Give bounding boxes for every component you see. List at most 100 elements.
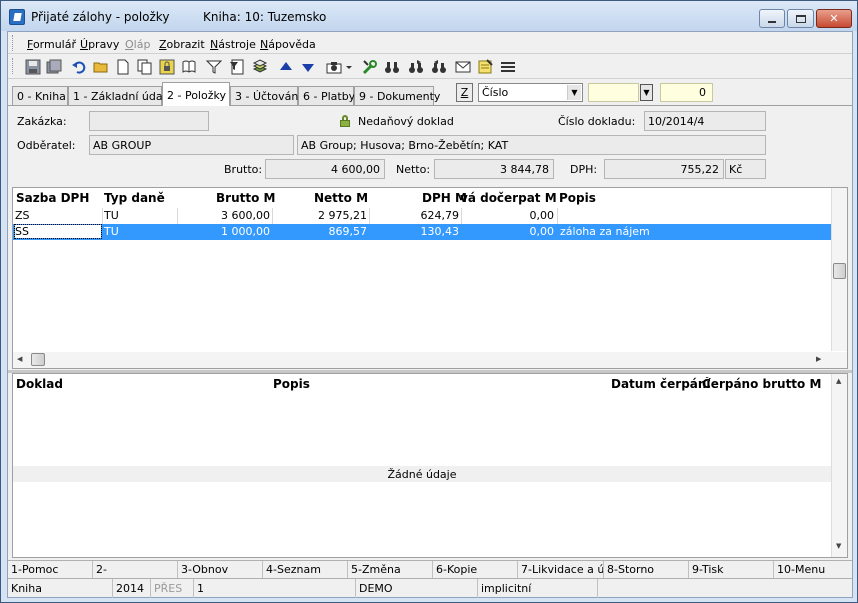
scroll-right-icon[interactable]: ▶ — [816, 355, 821, 363]
tab-dokumenty[interactable]: 9 - Dokumenty — [354, 86, 440, 106]
fkey-10[interactable]: 10-Menu — [774, 561, 852, 578]
zakazka-field[interactable] — [89, 111, 209, 131]
odberatel-label: Odběratel: — [17, 139, 76, 152]
menu-olap[interactable]: Oláp — [125, 38, 150, 51]
dropdown-icon[interactable] — [345, 59, 353, 75]
fkey-2[interactable]: 2- — [93, 561, 178, 578]
scroll-down-icon[interactable]: ▼ — [836, 542, 841, 550]
binoculars-icon[interactable] — [384, 59, 400, 75]
menu-formular[interactable]: Formulář — [27, 38, 76, 51]
tools-icon[interactable] — [362, 59, 378, 75]
status-bar: Kniha 2014 PŘES 1 DEMO implicitní — [8, 578, 852, 598]
save-all-icon[interactable] — [46, 59, 62, 75]
fkey-4[interactable]: 4-Seznam — [263, 561, 348, 578]
filter-edit-icon[interactable] — [229, 59, 245, 75]
status-number: 1 — [194, 579, 356, 598]
save-icon[interactable] — [25, 59, 41, 75]
items-grid-header: Sazba DPH Typ daně Brutto M Netto M DPH … — [13, 188, 831, 208]
fkey-5[interactable]: 5-Změna — [348, 561, 433, 578]
dph-label: DPH: — [570, 163, 598, 176]
mail-icon[interactable] — [455, 59, 471, 75]
close-icon: ✕ — [829, 12, 839, 25]
currency-field: Kč — [725, 159, 766, 179]
copy-icon[interactable] — [137, 59, 153, 75]
title-bar[interactable]: Přijaté zálohy - položky Kniha: 10: Tuze… — [1, 1, 857, 31]
camera-icon[interactable] — [326, 59, 342, 75]
fkey-7[interactable]: 7-Likvidace a účt — [518, 561, 604, 578]
minimize-button[interactable] — [759, 9, 785, 28]
arrow-up-icon[interactable] — [278, 59, 294, 75]
binoculars-prev-icon[interactable] — [431, 59, 447, 75]
cislo-dokladu-field[interactable]: 10/2014/4 — [644, 111, 766, 131]
maximize-button[interactable] — [787, 9, 814, 28]
col-typ-dane[interactable]: Typ daně — [104, 191, 165, 205]
table-row-selected[interactable]: SS TU 1 000,00 869,57 130,43 0,00 záloha… — [13, 224, 831, 240]
cell-zbyva: 0,00 — [529, 225, 555, 238]
col-popis[interactable]: Popis — [273, 377, 310, 391]
col-netto[interactable]: Netto M — [314, 191, 368, 205]
filter-icon[interactable] — [205, 59, 223, 75]
items-horizontal-scrollbar[interactable]: ◀ ▶ — [13, 352, 847, 368]
zakazka-label: Zakázka: — [17, 115, 67, 128]
cell-zbyva: 0,00 — [529, 209, 555, 222]
window-title: Přijaté zálohy - položky — [31, 10, 170, 24]
col-zbyva-docerpat[interactable]: vá dočerpat M — [460, 191, 557, 205]
undo-icon[interactable] — [71, 59, 87, 75]
col-datum-cerpani[interactable]: Datum čerpání — [611, 377, 711, 391]
menu-nastroje[interactable]: Nástroje — [210, 38, 256, 51]
tab-zakladni-udaje[interactable]: 1 - Základní údaje — [68, 86, 172, 106]
binoculars-next-icon[interactable] — [408, 59, 424, 75]
col-doklad[interactable]: Doklad — [16, 377, 63, 391]
menu-zobrazit[interactable]: Zobrazit — [159, 38, 205, 51]
fkey-3[interactable]: 3-Obnov — [178, 561, 263, 578]
record-number-field[interactable]: 0 — [660, 83, 713, 102]
minimize-icon — [768, 20, 776, 23]
status-profile: implicitní — [478, 579, 598, 598]
items-vertical-scrollbar[interactable] — [831, 188, 847, 351]
chevron-down-icon: ▼ — [643, 88, 650, 97]
arrow-down-icon[interactable] — [300, 59, 316, 75]
menu-upravy[interactable]: Úpravy — [80, 38, 119, 51]
fkey-1[interactable]: 1-Pomoc — [8, 561, 93, 578]
table-row[interactable]: ZS TU 3 600,00 2 975,21 624,79 0,00 — [13, 208, 831, 224]
stack-icon[interactable] — [252, 59, 268, 75]
menu-icon[interactable] — [500, 59, 516, 75]
scrollbar-thumb[interactable] — [31, 353, 45, 366]
notes-icon[interactable] — [477, 59, 493, 75]
col-divider — [102, 208, 103, 224]
col-cerpano-brutto[interactable]: Čerpáno brutto M — [702, 377, 830, 391]
cell-brutto: 1 000,00 — [221, 225, 270, 238]
scrollbar-thumb[interactable] — [833, 263, 846, 279]
odberatel-field[interactable]: AB GROUP — [89, 135, 294, 155]
tab-platby[interactable]: 6 - Platby — [298, 86, 355, 106]
status-database: DEMO — [356, 579, 478, 598]
col-divider — [461, 208, 462, 224]
open-folder-icon[interactable] — [93, 59, 109, 75]
toolbar — [8, 55, 852, 79]
col-sazba-dph[interactable]: Sazba DPH — [16, 191, 89, 205]
search-dropdown-button[interactable]: ▼ — [640, 84, 653, 101]
search-input[interactable] — [588, 83, 639, 102]
close-button[interactable]: ✕ — [816, 9, 852, 28]
odberatel-address-field[interactable]: AB Group; Husova; Brno-Žebětín; KAT — [297, 135, 766, 155]
tab-kniha[interactable]: 0 - Kniha — [12, 86, 68, 106]
lock-icon[interactable] — [159, 59, 175, 75]
drawdown-vertical-scrollbar[interactable]: ▲ ▼ — [831, 374, 847, 557]
sort-field-select[interactable]: Číslo ▼ — [478, 83, 583, 102]
new-document-icon[interactable] — [115, 59, 131, 75]
menu-grip — [12, 35, 15, 51]
cell-popis: záloha za nájem — [560, 225, 650, 238]
scroll-up-icon[interactable]: ▲ — [836, 377, 841, 385]
fkey-8[interactable]: 8-Storno — [604, 561, 689, 578]
scroll-left-icon[interactable]: ◀ — [17, 355, 22, 363]
tab-uctovani[interactable]: 3 - Účtování — [230, 86, 301, 106]
book-icon[interactable] — [181, 59, 197, 75]
col-brutto[interactable]: Brutto M — [216, 191, 275, 205]
tab-polozky[interactable]: 2 - Položky — [162, 82, 230, 106]
sort-direction-button[interactable]: Z — [456, 83, 473, 102]
fkey-6[interactable]: 6-Kopie — [433, 561, 518, 578]
col-popis[interactable]: Popis — [559, 191, 596, 205]
menu-napoveda[interactable]: Nápověda — [260, 38, 316, 51]
cell-dph: 130,43 — [420, 225, 460, 238]
fkey-9[interactable]: 9-Tisk — [689, 561, 774, 578]
